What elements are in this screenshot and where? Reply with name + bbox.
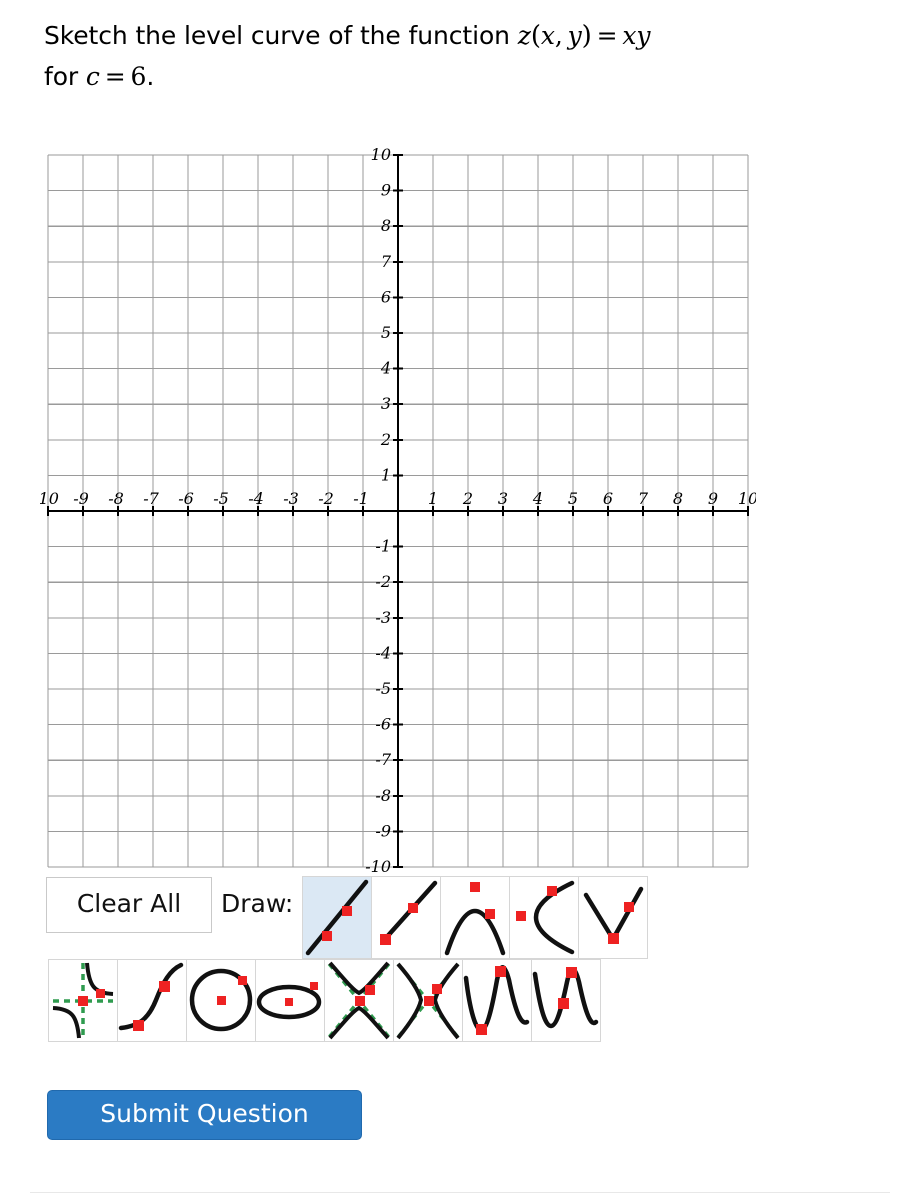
y-tick-label: 8 xyxy=(381,216,391,235)
ray-icon xyxy=(380,880,438,945)
parabola-vertical-tool-button[interactable] xyxy=(440,876,511,959)
y-tick-label: 7 xyxy=(381,252,392,271)
x-tick-label: -9 xyxy=(73,489,89,508)
bottom-divider xyxy=(30,1192,890,1193)
absolute-value-icon xyxy=(584,886,644,944)
x-tick-label: -8 xyxy=(108,489,124,508)
tool-row-secondary xyxy=(46,959,886,1043)
ellipse-icon xyxy=(256,982,322,1020)
y-tick-label: 6 xyxy=(381,287,391,306)
x-tick-label: 9 xyxy=(708,489,718,508)
y-tick-label: -8 xyxy=(375,786,391,805)
ellipse-tool-button[interactable] xyxy=(255,959,325,1042)
question-period: . xyxy=(146,62,155,92)
y-tick-label: 5 xyxy=(381,323,391,342)
hyperbola-vertical-icon xyxy=(327,961,391,1040)
cosine-tool-button[interactable] xyxy=(531,959,601,1042)
x-tick-label: -2 xyxy=(318,489,334,508)
tool-row-primary: Clear All Draw: xyxy=(46,876,886,960)
graph-canvas[interactable]: -10 -9 -8 -7 -6 -5 -4 -3 -2 -1 1 2 3 4 5 6 7 8 9 10 10 9 8 7 6 5… xyxy=(40,146,756,876)
line-icon xyxy=(306,879,369,956)
coordinate-plane[interactable]: -10 -9 -8 -7 -6 -5 -4 -3 -2 -1 1 2 3 4 5 6 7 8 9 10 10 9 8 7 6 5… xyxy=(40,146,756,876)
y-tick-label: -5 xyxy=(375,679,391,698)
x-tick-label: 2 xyxy=(462,489,473,508)
y-tick-label: 1 xyxy=(381,465,391,484)
math-open-paren: ( xyxy=(530,21,541,51)
question-line1-text: Sketch the level curve of the function xyxy=(44,21,518,50)
cosine-wave-icon xyxy=(532,967,599,1029)
rational-function-icon xyxy=(52,962,114,1039)
math-z: z xyxy=(517,21,531,50)
math-x: x xyxy=(540,21,555,50)
x-tick-label: -5 xyxy=(213,489,229,508)
y-tick-label: -1 xyxy=(375,537,391,556)
x-tick-label: -3 xyxy=(283,489,299,508)
y-tick-label: -2 xyxy=(375,572,391,591)
parabola-down-icon xyxy=(445,882,506,956)
absolute-value-tool-button[interactable] xyxy=(578,876,649,959)
hyperbola-horizontal-icon xyxy=(396,962,460,1040)
ray-tool-button[interactable] xyxy=(371,876,442,959)
math-c: c xyxy=(85,62,100,92)
x-tick-label: 8 xyxy=(673,489,683,508)
draw-label: Draw: xyxy=(221,889,294,918)
y-tick-label: 3 xyxy=(381,394,391,413)
hyperbola-horizontal-tool-button[interactable] xyxy=(393,959,463,1042)
y-tick-label: 9 xyxy=(381,181,391,200)
parabola-horizontal-tool-button[interactable] xyxy=(509,876,580,959)
y-tick-label: -9 xyxy=(375,821,391,840)
math-y: y xyxy=(567,21,582,50)
math-comma: , xyxy=(554,21,563,50)
math-xy-y: y xyxy=(636,21,651,50)
x-tick-label: 1 xyxy=(428,489,438,508)
clear-all-button[interactable]: Clear All xyxy=(46,877,212,933)
rational-hyperbola-tool-button[interactable] xyxy=(48,959,118,1042)
line-tool-button[interactable] xyxy=(302,876,373,959)
y-tick-label: -6 xyxy=(375,715,391,734)
question-prompt: Sketch the level curve of the function z… xyxy=(44,16,894,97)
x-tick-label: -7 xyxy=(143,489,159,508)
cubic-icon xyxy=(118,962,184,1031)
y-tick-label: 4 xyxy=(380,359,391,378)
x-tick-label: 4 xyxy=(532,489,543,508)
x-tick-label: 6 xyxy=(603,489,613,508)
x-tick-label: -10 xyxy=(40,489,59,508)
math-xy-x: x xyxy=(622,21,637,50)
parabola-sideways-icon xyxy=(516,880,575,955)
circle-icon xyxy=(189,968,253,1032)
drawing-toolbar: Clear All Draw: xyxy=(46,876,886,1043)
math-close-paren: ) xyxy=(581,21,592,51)
question-line2-text: for xyxy=(44,62,86,92)
y-tick-label: -3 xyxy=(375,608,391,627)
x-tick-label: 3 xyxy=(498,489,508,508)
x-tick-label: 10 xyxy=(738,489,756,508)
x-tick-label: -1 xyxy=(353,489,369,508)
cubic-tool-button[interactable] xyxy=(117,959,187,1042)
circle-tool-button[interactable] xyxy=(186,959,256,1042)
math-six: 6 xyxy=(130,62,147,92)
x-tick-label: -6 xyxy=(178,489,194,508)
x-tick-label: 5 xyxy=(568,489,578,508)
y-tick-label: -4 xyxy=(375,643,391,662)
y-tick-label: -10 xyxy=(365,857,391,876)
y-tick-label: 2 xyxy=(380,430,391,449)
math-equals-2: = xyxy=(104,62,126,92)
sine-wave-icon xyxy=(463,965,530,1035)
x-tick-label: -4 xyxy=(248,489,264,508)
x-tick-label: 7 xyxy=(638,489,649,508)
y-tick-label: -7 xyxy=(375,750,391,769)
hyperbola-vertical-tool-button[interactable] xyxy=(324,959,394,1042)
sine-tool-button[interactable] xyxy=(462,959,532,1042)
math-equals: = xyxy=(596,21,618,50)
submit-question-button[interactable]: Submit Question xyxy=(47,1090,362,1140)
y-tick-label: 10 xyxy=(371,146,391,164)
